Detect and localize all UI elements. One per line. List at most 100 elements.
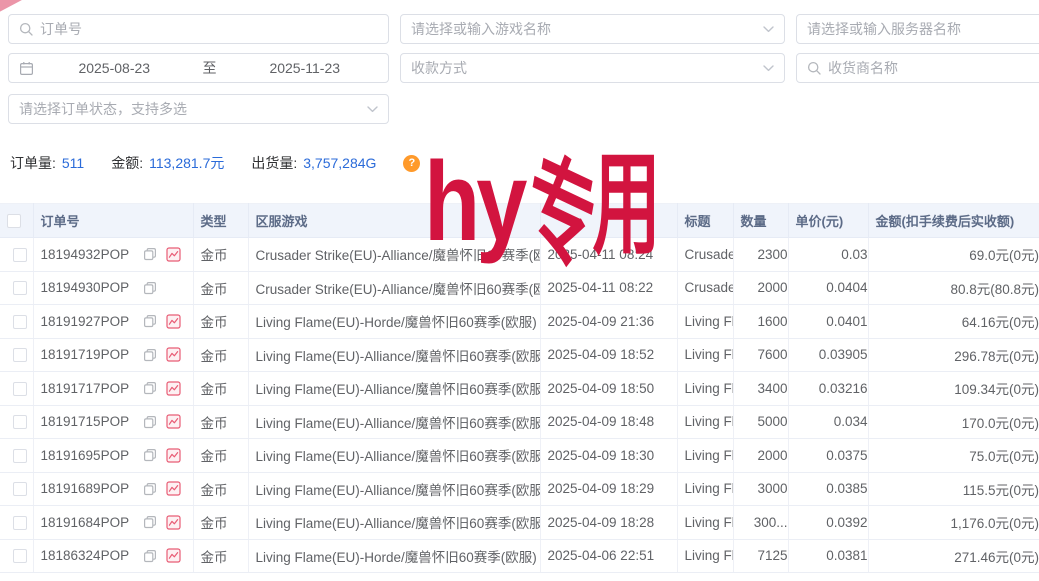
table-header-row: 订单号 类型 区服游戏 标题 数量 单价(元) 金额(扣手续费后实收额) [0, 204, 1039, 238]
order-amount: 170.0元(0元) [868, 405, 1039, 439]
payment-method-placeholder: 收款方式 [411, 58, 467, 78]
order-title: Living Fl [677, 372, 733, 406]
order-amount: 115.5元(0元) [868, 472, 1039, 506]
order-type: 金币 [193, 472, 248, 506]
chevron-down-icon [367, 106, 378, 113]
merchant-name-placeholder: 收货商名称 [828, 58, 898, 78]
col-header-amount: 金额(扣手续费后实收额) [868, 204, 1039, 238]
order-title: Living Fl [677, 472, 733, 506]
order-status-multiselect[interactable]: 请选择订单状态，支持多选 [8, 94, 389, 124]
order-quantity: 2300 [733, 238, 788, 272]
row-checkbox[interactable] [13, 315, 27, 329]
search-icon [19, 22, 33, 36]
screenshot-chart-icon[interactable] [166, 515, 181, 530]
col-header-title: 标题 [677, 204, 733, 238]
row-checkbox[interactable] [13, 482, 27, 496]
copy-icon[interactable] [143, 448, 157, 462]
chevron-down-icon [763, 65, 774, 72]
screenshot-chart-icon[interactable] [166, 314, 181, 329]
orders-table: 订单号 类型 区服游戏 标题 数量 单价(元) 金额(扣手续费后实收额) 181… [0, 203, 1039, 573]
table-row: 18191717POP 金币 Living Flame(EU)-Alliance… [0, 372, 1039, 406]
order-type: 金币 [193, 372, 248, 406]
calendar-icon [19, 61, 34, 76]
row-checkbox[interactable] [13, 281, 27, 295]
game-server-name: Living Flame(EU)-Alliance/魔兽怀旧60赛季(欧服) [248, 506, 540, 540]
col-header-order-no: 订单号 [33, 204, 193, 238]
order-amount: 296.78元(0元) [868, 338, 1039, 372]
unit-price: 0.03216 [788, 372, 868, 406]
date-end-value[interactable]: 2025-11-23 [232, 60, 379, 76]
order-quantity: 300... [733, 506, 788, 540]
help-icon[interactable]: ? [403, 155, 420, 172]
col-header-quantity: 数量 [733, 204, 788, 238]
order-amount: 64.16元(0元) [868, 305, 1039, 339]
date-range-picker[interactable]: 2025-08-23 至 2025-11-23 [8, 53, 389, 83]
order-number: 18191719POP [41, 347, 130, 362]
copy-icon[interactable] [143, 348, 157, 362]
order-title: Living Fl [677, 405, 733, 439]
server-name-select[interactable]: 请选择或输入服务器名称 [796, 14, 1039, 44]
order-number: 18191717POP [41, 381, 130, 396]
row-checkbox[interactable] [13, 248, 27, 262]
row-checkbox[interactable] [13, 348, 27, 362]
col-header-unit-price: 单价(元) [788, 204, 868, 238]
order-number-input[interactable]: 订单号 [8, 14, 389, 44]
table-row: 18194932POP 金币 Crusader Strike(EU)-Allia… [0, 238, 1039, 272]
order-title: Crusade [677, 271, 733, 305]
screenshot-chart-icon[interactable] [166, 448, 181, 463]
game-name-select[interactable]: 请选择或输入游戏名称 [400, 14, 785, 44]
row-checkbox[interactable] [13, 516, 27, 530]
unit-price: 0.0404 [788, 271, 868, 305]
copy-icon[interactable] [143, 381, 157, 395]
game-server-name: Living Flame(EU)-Alliance/魔兽怀旧60赛季(欧服) [248, 372, 540, 406]
unit-price: 0.034 [788, 405, 868, 439]
copy-icon[interactable] [143, 415, 157, 429]
row-checkbox[interactable] [13, 549, 27, 563]
row-checkbox[interactable] [13, 382, 27, 396]
table-row: 18191689POP 金币 Living Flame(EU)-Alliance… [0, 472, 1039, 506]
copy-icon[interactable] [143, 247, 157, 261]
merchant-name-input[interactable]: 收货商名称 [796, 53, 1039, 83]
copy-icon[interactable] [143, 549, 157, 563]
copy-icon[interactable] [143, 314, 157, 328]
screenshot-chart-icon[interactable] [166, 381, 181, 396]
screenshot-chart-icon[interactable] [166, 548, 181, 563]
date-start-value[interactable]: 2025-08-23 [41, 60, 188, 76]
order-time: 2025-04-09 18:48 [540, 405, 677, 439]
unit-price: 0.03905 [788, 338, 868, 372]
order-number: 18194932POP [41, 247, 130, 262]
copy-icon[interactable] [143, 281, 157, 295]
row-checkbox[interactable] [13, 449, 27, 463]
game-server-name: Living Flame(EU)-Horde/魔兽怀旧60赛季(欧服) [248, 305, 540, 339]
table-row: 18191927POP 金币 Living Flame(EU)-Horde/魔兽… [0, 305, 1039, 339]
screenshot-chart-icon[interactable] [166, 414, 181, 429]
game-server-name: Crusader Strike(EU)-Alliance/魔兽怀旧60赛季(欧服… [248, 271, 540, 305]
order-time: 2025-04-11 08:22 [540, 271, 677, 305]
server-name-placeholder: 请选择或输入服务器名称 [807, 19, 961, 39]
row-checkbox[interactable] [13, 415, 27, 429]
payment-method-select[interactable]: 收款方式 [400, 53, 785, 83]
screenshot-chart-icon[interactable] [166, 481, 181, 496]
game-server-name: Living Flame(EU)-Alliance/魔兽怀旧60赛季(欧服) [248, 439, 540, 473]
order-amount: 80.8元(80.8元) [868, 271, 1039, 305]
game-name-placeholder: 请选择或输入游戏名称 [411, 19, 551, 39]
copy-icon[interactable] [143, 482, 157, 496]
order-quantity: 5000 [733, 405, 788, 439]
order-number-placeholder: 订单号 [40, 19, 82, 39]
order-number: 18194930POP [41, 280, 130, 295]
copy-icon[interactable] [143, 515, 157, 529]
order-type: 金币 [193, 439, 248, 473]
chevron-down-icon [763, 26, 774, 33]
col-header-type: 类型 [193, 204, 248, 238]
unit-price: 0.0385 [788, 472, 868, 506]
game-server-name: Crusader Strike(EU)-Alliance/魔兽怀旧60赛季(欧服… [248, 238, 540, 272]
screenshot-chart-icon[interactable] [166, 247, 181, 262]
select-all-checkbox[interactable] [7, 214, 21, 228]
order-time: 2025-04-09 18:29 [540, 472, 677, 506]
screenshot-chart-icon[interactable] [166, 347, 181, 362]
order-quantity: 7600 [733, 338, 788, 372]
unit-price: 0.0381 [788, 539, 868, 573]
unit-price: 0.03 [788, 238, 868, 272]
game-server-name: Living Flame(EU)-Alliance/魔兽怀旧60赛季(欧服) [248, 338, 540, 372]
order-type: 金币 [193, 405, 248, 439]
